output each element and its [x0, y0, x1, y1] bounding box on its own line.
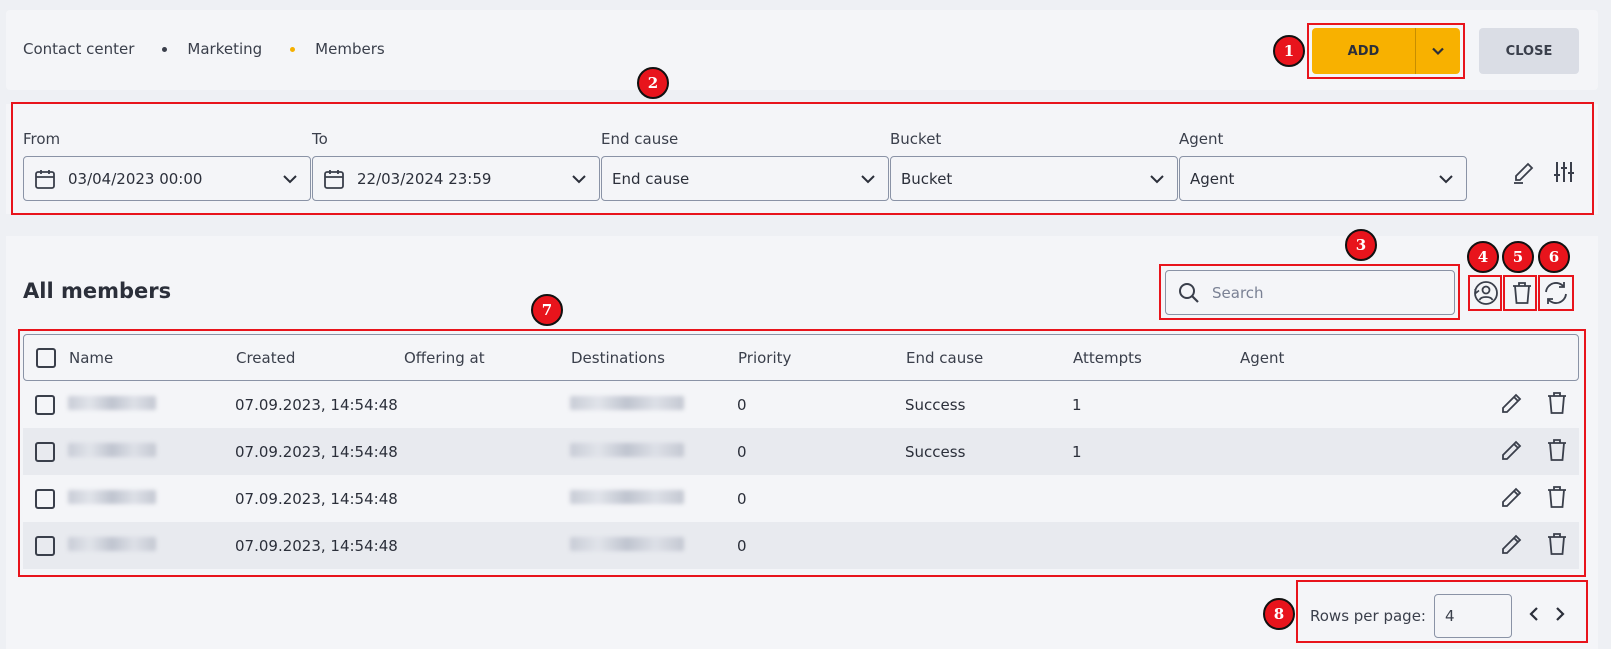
annotation-box-2: [11, 102, 1594, 215]
annotation-box-1: [1307, 23, 1465, 79]
annotation-badge-6: 6: [1538, 241, 1570, 273]
annotation-badge-3: 3: [1345, 229, 1377, 261]
page-title: All members: [23, 279, 172, 303]
annotation-badge-1: 1: [1273, 35, 1305, 67]
breadcrumb: Contact center Marketing Members: [23, 40, 385, 58]
breadcrumb-marketing[interactable]: Marketing: [187, 40, 262, 58]
annotation-box-5: [1503, 275, 1537, 311]
breadcrumb-separator: [162, 46, 168, 52]
close-button[interactable]: CLOSE: [1479, 28, 1579, 74]
annotation-box-3: [1159, 264, 1460, 320]
annotation-badge-7: 7: [531, 294, 563, 326]
annotation-box-4: [1468, 275, 1502, 311]
breadcrumb-separator-active: [290, 46, 296, 52]
breadcrumb-contact-center[interactable]: Contact center: [23, 40, 134, 58]
annotation-badge-5: 5: [1502, 241, 1534, 273]
breadcrumb-members: Members: [315, 40, 385, 58]
annotation-box-8: [1296, 580, 1588, 643]
annotation-box-6: [1538, 275, 1574, 311]
annotation-badge-4: 4: [1467, 241, 1499, 273]
annotation-badge-2: 2: [637, 67, 669, 99]
annotation-box-7: [18, 329, 1586, 577]
annotation-badge-8: 8: [1263, 598, 1295, 630]
